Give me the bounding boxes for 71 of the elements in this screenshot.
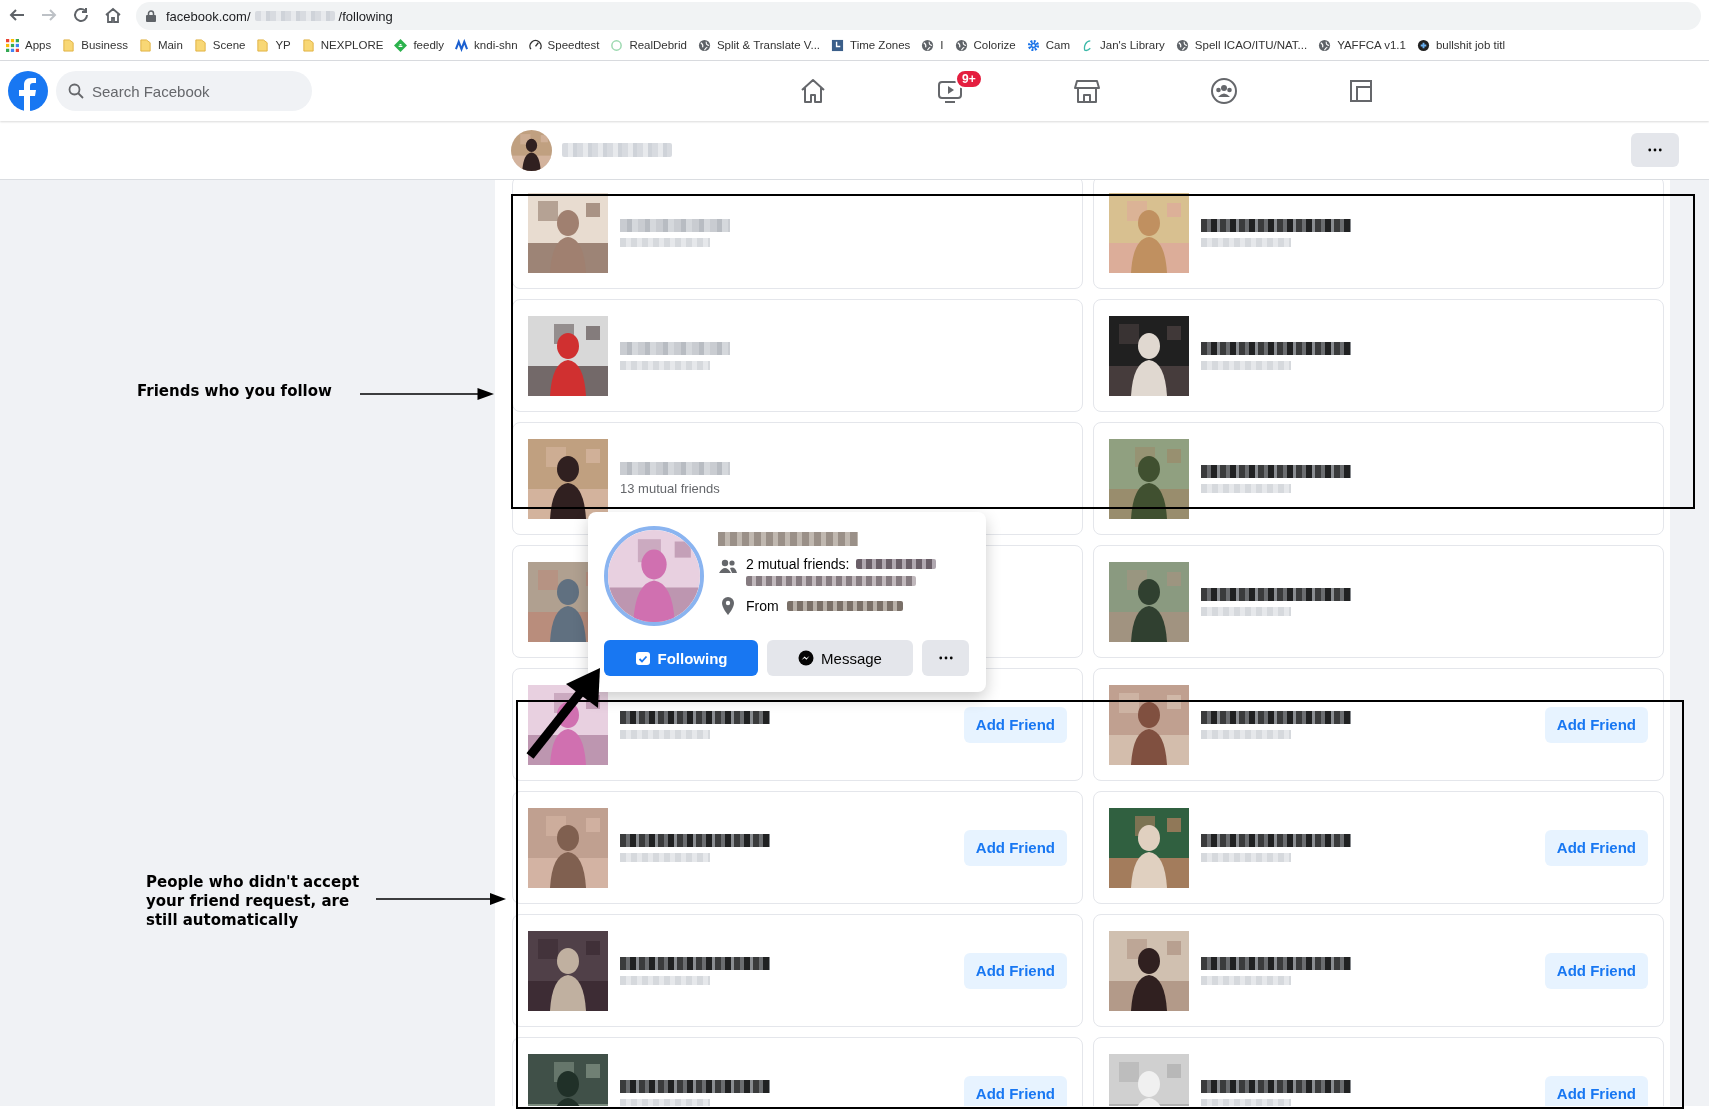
bookmark[interactable]: RealDebrid	[610, 38, 687, 52]
search-field[interactable]: Search Facebook	[56, 71, 312, 111]
add-friend-button[interactable]: Add Friend	[963, 952, 1067, 989]
badge-icon	[1416, 38, 1430, 52]
folder-icon	[138, 38, 152, 52]
globe-icon	[1318, 38, 1332, 52]
bookmark[interactable]: Spell ICAO/ITU/NAT...	[1175, 38, 1308, 52]
add-friend-button[interactable]: Add Friend	[963, 706, 1067, 743]
add-friend-button[interactable]: Add Friend	[1544, 1075, 1648, 1106]
logo[interactable]	[8, 71, 48, 111]
gauge-icon	[528, 38, 542, 52]
add-friend-button[interactable]: Add Friend	[1544, 706, 1648, 743]
nav-tab[interactable]: 9+	[881, 63, 1018, 119]
add-friend-button[interactable]: Add Friend	[963, 829, 1067, 866]
bookmark[interactable]: Colorize	[954, 38, 1016, 52]
script-icon	[1081, 38, 1094, 52]
bookmark[interactable]: Split & Translate V...	[697, 38, 821, 52]
bookmark[interactable]: Business	[62, 38, 128, 52]
folder-icon	[193, 38, 207, 52]
mutual-friends-label: 2 mutual friends:	[746, 556, 850, 572]
scrollbar[interactable]	[1670, 180, 1709, 1106]
bookmark[interactable]: Scene	[193, 38, 246, 52]
clock-icon	[831, 38, 845, 52]
bookmark[interactable]: Time Zones	[831, 38, 911, 52]
folder-icon	[62, 38, 76, 52]
more-icon	[1648, 148, 1662, 152]
check-box-icon	[634, 650, 651, 666]
gear-icon	[1026, 38, 1040, 52]
mutual-friends[interactable]: 13 mutual friends	[620, 480, 1067, 496]
url-text: /following	[338, 8, 393, 24]
bookmark[interactable]: kndi-shn	[455, 38, 518, 52]
bookmark[interactable]: Speedtest	[528, 38, 600, 52]
folder-icon	[301, 38, 315, 52]
globe-icon	[697, 38, 711, 52]
following-button[interactable]: Following	[604, 640, 758, 676]
address-bar[interactable]: facebook.com/ /following	[136, 2, 1701, 30]
bookmark[interactable]: Main	[138, 38, 183, 52]
bookmark[interactable]: NEXPLORE	[301, 38, 384, 52]
home-icon[interactable]	[104, 6, 122, 24]
annotation-text: People who didn't accept your friend request, are still automatically	[146, 873, 361, 930]
bookmark[interactable]: Cam	[1026, 38, 1070, 52]
bookmark[interactable]: I	[921, 38, 944, 52]
notification-badge: 9+	[955, 69, 983, 89]
shop-icon	[1072, 77, 1101, 105]
hometown-label: From	[746, 598, 779, 614]
add-friend-button[interactable]: Add Friend	[963, 1075, 1067, 1106]
folder-icon	[256, 38, 270, 52]
wave-icon	[455, 38, 469, 52]
search-icon	[68, 83, 84, 99]
bookmark[interactable]: Apps	[6, 38, 52, 52]
bookmark[interactable]: YP	[256, 38, 291, 52]
messenger-icon	[798, 650, 815, 666]
feedly-icon	[394, 38, 408, 52]
add-friend-button[interactable]: Add Friend	[1544, 829, 1648, 866]
bookmark[interactable]: Jan's Library	[1081, 38, 1165, 52]
bookmark[interactable]: bullshit job titl	[1416, 38, 1505, 52]
more-icon	[938, 656, 953, 660]
ring-icon	[610, 38, 624, 52]
add-friend-button[interactable]: Add Friend	[1544, 952, 1648, 989]
reload-icon[interactable]	[72, 6, 90, 24]
annotation-text: Friends who you follow	[137, 382, 333, 401]
globe-icon	[954, 38, 968, 52]
globe-icon	[1175, 38, 1189, 52]
globe-icon	[921, 38, 935, 52]
lock-icon	[146, 10, 156, 22]
groups-icon	[1209, 77, 1238, 105]
bookmark[interactable]: YAFFCA v1.1	[1318, 38, 1406, 52]
message-button[interactable]: Message	[767, 640, 913, 676]
bookmark[interactable]: feedly	[394, 38, 445, 52]
url-text: facebook.com/	[166, 8, 251, 24]
apps-grid-icon	[6, 38, 19, 52]
